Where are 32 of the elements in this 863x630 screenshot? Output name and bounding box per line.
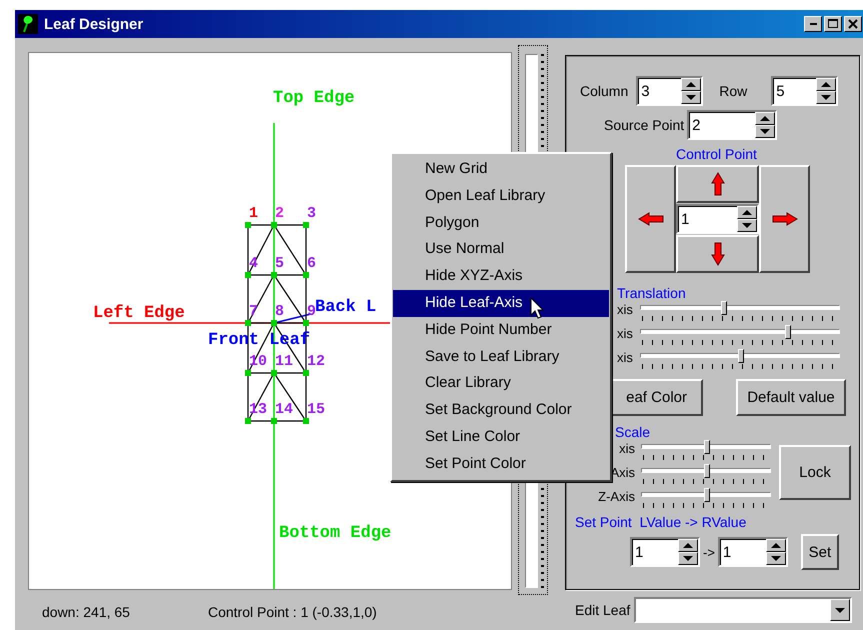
edit-leaf-label: Edit Leaf <box>575 602 630 618</box>
point-number: 1 <box>249 205 258 222</box>
point-number: 15 <box>307 401 326 418</box>
section-title: Scale <box>615 424 652 440</box>
point-number: 3 <box>307 205 316 222</box>
point-number: 14 <box>275 401 294 418</box>
source-point-label: Source Point <box>604 117 684 133</box>
point-number: 11 <box>275 353 294 370</box>
axis-label: xis <box>619 441 635 458</box>
axis-label: Top Edge <box>273 89 355 108</box>
point-number: 9 <box>307 303 316 320</box>
axis-label: xis <box>617 302 634 317</box>
point-number: 8 <box>275 303 284 320</box>
point-number: 12 <box>307 353 326 370</box>
axis-label: Left Edge <box>93 304 185 323</box>
section-title: Translation <box>617 285 687 301</box>
point-number: 2 <box>275 205 284 222</box>
axis-label: Back L <box>315 298 376 317</box>
axis-label: xis <box>617 326 634 341</box>
window-title: Leaf Designer <box>44 16 144 32</box>
point-number: 5 <box>275 255 284 272</box>
status-text: Control Point : 1 (-0.33,1,0) <box>208 604 377 620</box>
point-number: 6 <box>307 255 316 272</box>
column-label: Column <box>580 83 628 99</box>
status-text: down: 241, 65 <box>42 604 130 620</box>
row-label: Row <box>719 83 748 99</box>
axis-label: xis <box>617 350 634 365</box>
axis-label: Z-Axis <box>598 489 635 506</box>
section-title: Control Point <box>676 146 758 162</box>
arrow-text: -> <box>703 544 715 560</box>
axis-label: Bottom Edge <box>279 524 392 543</box>
section-title: Set Point LValue -> RValue <box>575 514 748 530</box>
